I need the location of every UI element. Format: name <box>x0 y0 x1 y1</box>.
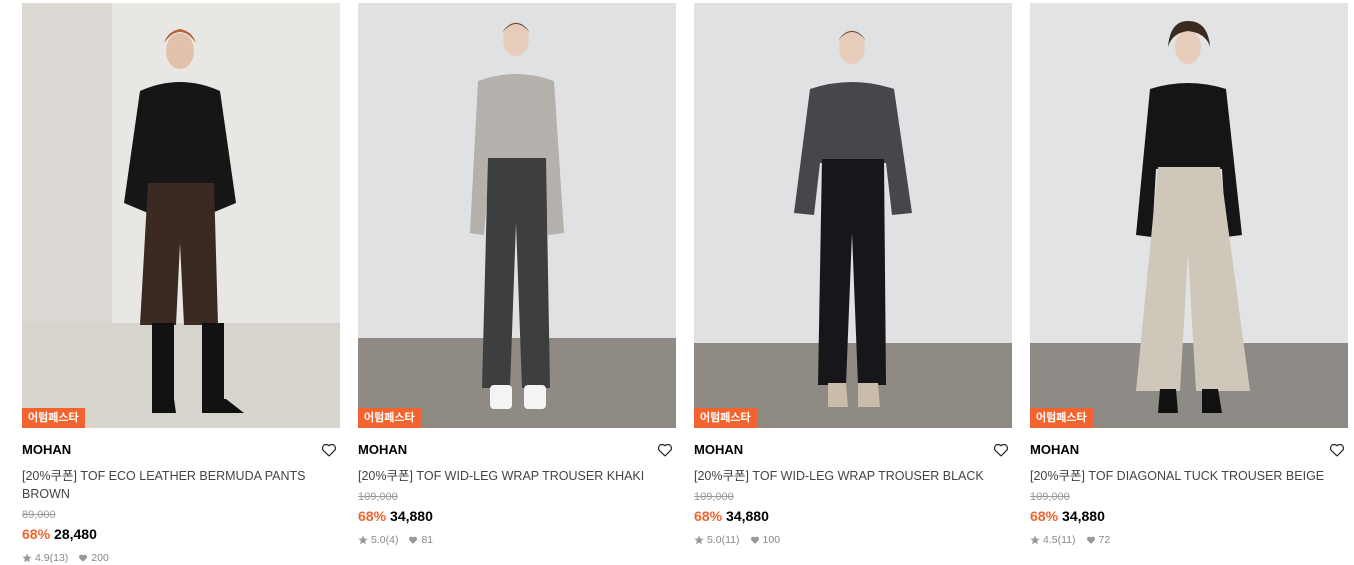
product-card[interactable]: 어텀페스타 MOHAN [20%쿠폰] TOF WID-LEG WRAP TRO… <box>694 3 1012 547</box>
like-count: 72 <box>1098 534 1111 546</box>
price-row: 68% 34,880 <box>1030 507 1348 525</box>
review-count: (11) <box>1057 534 1076 546</box>
product-image[interactable]: 어텀페스타 <box>358 3 676 428</box>
heart-filled-icon <box>1086 536 1095 544</box>
product-photo <box>358 3 676 428</box>
product-photo <box>1030 3 1348 428</box>
star-icon <box>22 553 32 563</box>
rating-value: 5.0 <box>707 534 722 546</box>
review-meta: 4.9 (13) 200 <box>22 551 340 565</box>
like-count: 100 <box>762 534 781 546</box>
review-count: (4) <box>385 534 399 546</box>
product-image[interactable]: 어텀페스타 <box>1030 3 1348 428</box>
star-icon <box>1030 535 1040 545</box>
promo-badge: 어텀페스타 <box>22 408 85 428</box>
review-meta: 5.0 (4) 81 <box>358 533 676 547</box>
heart-filled-icon <box>750 536 759 544</box>
product-card[interactable]: 어텀페스타 MOHAN [20%쿠폰] TOF WID-LEG WRAP TRO… <box>358 3 676 547</box>
product-image[interactable]: 어텀페스타 <box>22 3 340 428</box>
sale-price: 34,880 <box>390 508 433 524</box>
brand-name[interactable]: MOHAN <box>694 441 1012 459</box>
price-row: 68% 28,480 <box>22 525 340 543</box>
like-count: 81 <box>421 534 434 546</box>
discount-rate: 68% <box>694 508 723 524</box>
discount-rate: 68% <box>22 526 51 542</box>
sale-price: 34,880 <box>726 508 769 524</box>
product-title[interactable]: [20%쿠폰] TOF DIAGONAL TUCK TROUSER BEIGE <box>1030 467 1348 485</box>
price-row: 68% 34,880 <box>358 507 676 525</box>
product-card[interactable]: 어텀페스타 MOHAN [20%쿠폰] TOF DIAGONAL TUCK TR… <box>1030 3 1348 547</box>
like-count: 200 <box>91 552 109 564</box>
rating-value: 4.9 <box>35 552 50 564</box>
sale-price: 28,480 <box>54 526 97 542</box>
review-meta: 4.5 (11) 72 <box>1030 533 1348 547</box>
original-price: 109,000 <box>694 491 734 503</box>
star-icon <box>694 535 704 545</box>
discount-rate: 68% <box>1030 508 1059 524</box>
promo-badge: 어텀페스타 <box>694 408 757 428</box>
heart-outline-icon[interactable] <box>320 441 338 459</box>
discount-rate: 68% <box>358 508 387 524</box>
product-title[interactable]: [20%쿠폰] TOF WID-LEG WRAP TROUSER BLACK <box>694 467 1012 485</box>
product-photo <box>694 3 1012 428</box>
original-price: 89,000 <box>22 509 56 521</box>
review-count: (13) <box>49 552 69 564</box>
heart-outline-icon[interactable] <box>1328 441 1346 459</box>
sale-price: 34,880 <box>1062 508 1105 524</box>
original-price: 109,000 <box>358 491 398 503</box>
rating-value: 5.0 <box>371 534 386 546</box>
rating-value: 4.5 <box>1043 534 1058 546</box>
price-row: 68% 34,880 <box>694 507 1012 525</box>
brand-name[interactable]: MOHAN <box>1030 441 1348 459</box>
heart-filled-icon <box>409 536 418 544</box>
review-count: (11) <box>721 534 740 546</box>
heart-filled-icon <box>79 554 88 562</box>
product-photo <box>22 3 340 428</box>
product-title[interactable]: [20%쿠폰] TOF WID-LEG WRAP TROUSER KHAKI <box>358 467 676 485</box>
product-image[interactable]: 어텀페스타 <box>694 3 1012 428</box>
star-icon <box>358 535 368 545</box>
brand-name[interactable]: MOHAN <box>22 441 340 459</box>
product-title[interactable]: [20%쿠폰] TOF ECO LEATHER BERMUDA PANTS BR… <box>22 467 340 503</box>
original-price: 109,000 <box>1030 491 1070 503</box>
heart-outline-icon[interactable] <box>656 441 674 459</box>
promo-badge: 어텀페스타 <box>358 408 421 428</box>
product-card[interactable]: 어텀페스타 MOHAN [20%쿠폰] TOF ECO LEATHER BERM… <box>22 3 340 565</box>
review-meta: 5.0 (11) 100 <box>694 533 1012 547</box>
brand-name[interactable]: MOHAN <box>358 441 676 459</box>
heart-outline-icon[interactable] <box>992 441 1010 459</box>
promo-badge: 어텀페스타 <box>1030 408 1093 428</box>
